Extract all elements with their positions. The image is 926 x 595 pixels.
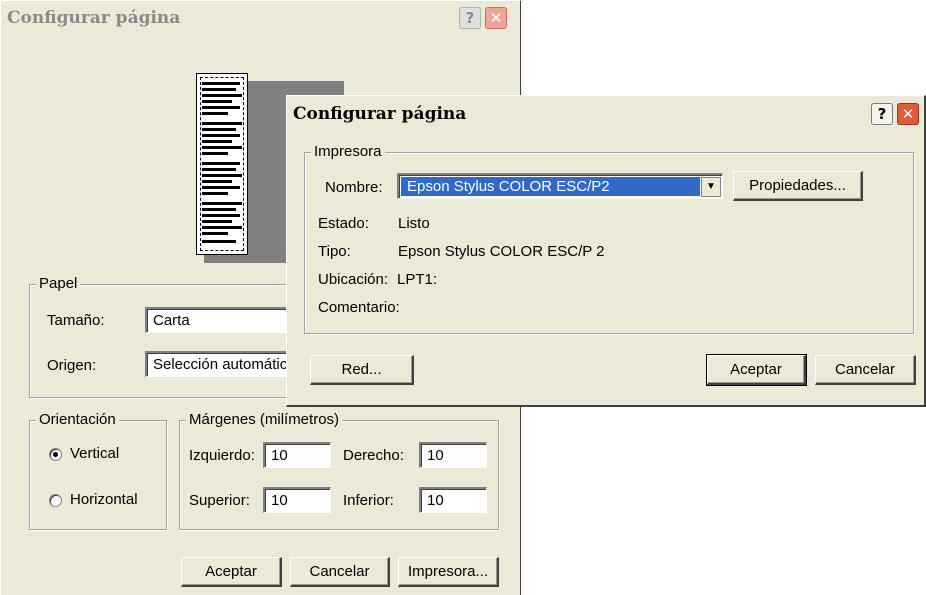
- margin-left-label: Izquierdo:: [189, 447, 255, 464]
- front-close-icon[interactable]: ✕: [897, 103, 919, 125]
- preview-text-line: [202, 174, 242, 177]
- portrait-radio[interactable]: [49, 448, 62, 461]
- preview-text-line: [202, 128, 236, 131]
- location-label: Ubicación:: [318, 271, 389, 288]
- preview-text-line: [202, 134, 240, 137]
- margin-right-label: Derecho:: [343, 447, 404, 464]
- preview-text-line: [202, 100, 232, 103]
- back-ok-button[interactable]: Aceptar: [181, 557, 282, 587]
- page-setup-dialog-front: Configurar página ? ✕ Impresora Nombre: …: [286, 95, 926, 407]
- back-cancel-button[interactable]: Cancelar: [290, 557, 390, 587]
- preview-text-line: [202, 94, 242, 97]
- preview-text-line: [202, 82, 240, 85]
- margin-top-label: Superior:: [189, 492, 250, 509]
- orientation-group-title: Orientación: [36, 411, 119, 428]
- close-icon[interactable]: ✕: [485, 7, 507, 29]
- portrait-label[interactable]: Vertical: [70, 445, 119, 462]
- printer-button[interactable]: Impresora...: [398, 557, 499, 587]
- front-dialog-title: Configurar página: [293, 104, 467, 124]
- status-value: Listo: [398, 215, 430, 232]
- preview-text-line: [202, 88, 236, 91]
- preview-text-line: [202, 106, 240, 109]
- paper-group-title: Papel: [36, 275, 81, 292]
- margins-group: Márgenes (milímetros): [179, 411, 499, 530]
- front-ok-button[interactable]: Aceptar: [706, 354, 807, 386]
- paper-size-label: Tamaño:: [47, 312, 105, 329]
- type-value: Epson Stylus COLOR ESC/P 2: [398, 243, 605, 260]
- preview-text-line: [202, 214, 240, 217]
- front-cancel-button[interactable]: Cancelar: [815, 355, 916, 385]
- comment-label: Comentario:: [318, 299, 400, 316]
- preview-text-line: [202, 186, 240, 189]
- preview-text-line: [202, 146, 242, 149]
- help-icon[interactable]: ?: [459, 7, 481, 29]
- status-label: Estado:: [318, 215, 369, 232]
- preview-text-line: [202, 180, 232, 183]
- preview-text-line: [202, 240, 236, 243]
- printer-name-select[interactable]: Epson Stylus COLOR ESC/P2 ▼: [397, 173, 723, 199]
- preview-text-line: [202, 220, 232, 223]
- back-dialog-title: Configurar página: [7, 8, 181, 28]
- margins-group-title: Márgenes (milímetros): [186, 411, 343, 428]
- landscape-label[interactable]: Horizontal: [70, 491, 138, 508]
- preview-text-line: [202, 208, 236, 211]
- margin-bottom-input[interactable]: 10: [419, 487, 487, 513]
- preview-text-line: [202, 112, 228, 115]
- margin-left-input[interactable]: 10: [263, 442, 331, 468]
- preview-text-line: [202, 162, 240, 165]
- type-label: Tipo:: [318, 243, 351, 260]
- preview-text-line: [202, 122, 242, 125]
- properties-button[interactable]: Propiedades...: [733, 171, 863, 201]
- back-dialog-titlebar[interactable]: Configurar página: [1, 1, 520, 35]
- front-dialog-titlebar[interactable]: Configurar página: [287, 96, 924, 132]
- preview-text-line: [202, 202, 242, 205]
- printer-group-title: Impresora: [311, 143, 385, 160]
- printer-name-label: Nombre:: [325, 179, 383, 196]
- page-preview: [196, 73, 248, 255]
- location-value: LPT1:: [397, 271, 438, 288]
- preview-text-line: [202, 226, 242, 229]
- printer-name-value: Epson Stylus COLOR ESC/P2: [401, 177, 700, 196]
- preview-text-line: [202, 152, 228, 155]
- preview-text-line: [202, 168, 236, 171]
- margin-bottom-label: Inferior:: [343, 492, 394, 509]
- landscape-radio[interactable]: [49, 494, 62, 507]
- orientation-group: Orientación: [29, 411, 167, 530]
- margin-top-input[interactable]: 10: [263, 487, 331, 513]
- chevron-down-icon[interactable]: ▼: [701, 176, 721, 197]
- front-help-icon[interactable]: ?: [871, 103, 893, 125]
- paper-source-label: Origen:: [47, 357, 97, 374]
- margin-right-input[interactable]: 10: [419, 442, 487, 468]
- preview-text-line: [202, 140, 232, 143]
- preview-text-line: [202, 192, 228, 195]
- network-button[interactable]: Red...: [310, 355, 414, 385]
- preview-text-line: [202, 232, 228, 235]
